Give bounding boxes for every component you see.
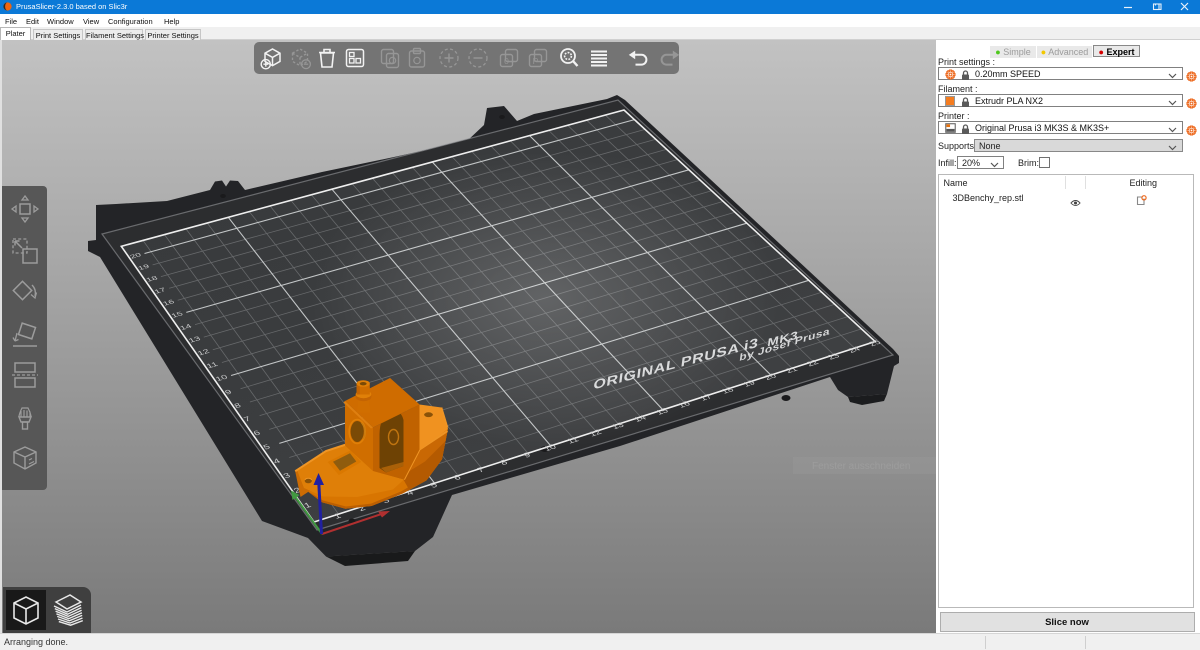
svg-text:0: 0 (504, 55, 509, 65)
svg-text:Fenster ausschneiden: Fenster ausschneiden (812, 461, 910, 472)
svg-text:P: P (532, 55, 538, 65)
